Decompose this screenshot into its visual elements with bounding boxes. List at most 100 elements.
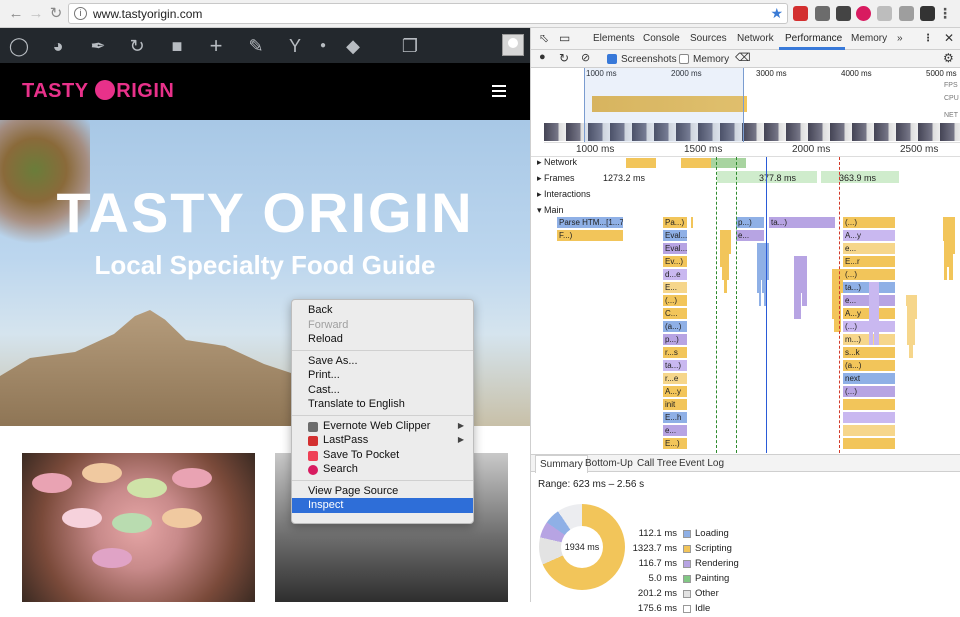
tab-event-log[interactable]: Event Log <box>679 458 724 469</box>
flame-bar[interactable]: p...) <box>736 217 764 228</box>
menu-item-save-as[interactable]: Save As... <box>292 354 473 369</box>
main-track-toggle[interactable]: ▾ Main <box>537 205 564 216</box>
extension-icon[interactable] <box>877 6 892 21</box>
tab-summary[interactable]: Summary <box>535 455 588 473</box>
more-tabs-button[interactable]: » <box>897 33 903 44</box>
flame-bar[interactable]: init <box>663 399 687 410</box>
device-toolbar-icon[interactable]: ▭ <box>559 31 570 45</box>
tab-console[interactable]: Console <box>643 33 680 44</box>
flame-bar[interactable]: C... <box>663 308 687 319</box>
inspect-element-icon[interactable]: ⬁ <box>539 31 549 45</box>
flame-bar[interactable]: F...) <box>557 230 623 241</box>
site-logo[interactable]: TASTY RIGIN <box>22 80 174 103</box>
flame-bar[interactable]: (...) <box>843 386 895 397</box>
flame-bar[interactable]: ta...) <box>769 217 835 228</box>
timeline-overview[interactable]: 1000 ms 2000 ms 3000 ms 4000 ms 5000 ms … <box>544 68 960 143</box>
flame-bar[interactable]: next <box>843 373 895 384</box>
menu-item-reload[interactable]: Reload <box>292 332 473 347</box>
url-text[interactable]: www.tastyorigin.com <box>93 7 202 21</box>
menu-item-evernote[interactable]: Evernote Web Clipper ▶ <box>292 419 473 434</box>
flame-chart[interactable]: ▸ Network ▸ Frames 1273.2 ms 377.8 ms 36… <box>531 157 960 453</box>
info-icon[interactable]: i <box>74 7 87 20</box>
new-plus-icon[interactable]: + <box>205 35 227 57</box>
edit-pencil-icon[interactable]: ✎ <box>245 35 267 57</box>
flame-bar[interactable] <box>843 399 895 410</box>
flame-bar[interactable]: (...) <box>843 269 895 280</box>
flame-bar[interactable] <box>843 425 895 436</box>
clear-icon[interactable]: ⊘ <box>581 51 590 64</box>
menu-item-cast[interactable]: Cast... <box>292 383 473 398</box>
customize-brush-icon[interactable]: ✒ <box>87 35 109 57</box>
extension-icon[interactable] <box>920 6 935 21</box>
address-bar[interactable]: i www.tastyorigin.com ★ <box>68 3 788 24</box>
comments-icon[interactable]: ■ <box>166 35 188 57</box>
flame-bar[interactable]: (...) <box>843 217 895 228</box>
forward-icon[interactable]: → <box>26 4 46 24</box>
menu-item-print[interactable]: Print... <box>292 368 473 383</box>
flame-slice[interactable] <box>943 217 945 241</box>
flame-bar[interactable]: r...s <box>663 347 687 358</box>
flame-bar[interactable]: E...h <box>663 412 687 423</box>
flame-bar[interactable]: s...k <box>843 347 895 358</box>
flame-slice[interactable] <box>869 282 873 345</box>
record-icon[interactable]: ● <box>539 51 546 63</box>
flame-bar[interactable] <box>843 438 895 449</box>
flame-bar[interactable]: E...r <box>843 256 895 267</box>
flame-bar[interactable]: A...y <box>843 230 895 241</box>
extension-icon[interactable] <box>836 6 851 21</box>
flame-bar[interactable]: ta...) <box>663 360 687 371</box>
interactions-track-toggle[interactable]: ▸ Interactions <box>537 189 591 200</box>
pinterest-extension-icon[interactable] <box>856 6 871 21</box>
flame-bar[interactable]: Ev...) <box>663 256 687 267</box>
memory-checkbox[interactable] <box>679 54 689 64</box>
extension-icon[interactable] <box>899 6 914 21</box>
updates-icon[interactable]: ↻ <box>126 35 148 57</box>
avatar[interactable] <box>502 34 524 56</box>
back-icon[interactable]: ← <box>6 4 26 24</box>
menu-item-lastpass[interactable]: LastPass ▶ <box>292 433 473 448</box>
layers-icon[interactable]: ◆ <box>342 35 364 57</box>
flame-slice[interactable] <box>691 217 693 228</box>
screenshots-checkbox[interactable] <box>607 54 617 64</box>
frames-track-toggle[interactable]: ▸ Frames <box>537 173 575 184</box>
flame-bar[interactable]: d...e <box>663 269 687 280</box>
reload-icon[interactable]: ↻ <box>46 4 66 24</box>
flame-bar[interactable] <box>843 412 895 423</box>
dashboard-icon[interactable]: ◕ <box>47 35 69 57</box>
flame-bar[interactable]: (a...) <box>663 321 687 332</box>
flame-slice[interactable] <box>720 230 723 267</box>
devtools-menu-icon[interactable]: ⋮ <box>923 33 933 44</box>
flame-bar[interactable]: E...) <box>663 438 687 449</box>
close-devtools-icon[interactable]: ✕ <box>944 31 954 45</box>
menu-item-pocket[interactable]: Save To Pocket <box>292 448 473 463</box>
tab-network[interactable]: Network <box>737 33 774 44</box>
tab-bottom-up[interactable]: Bottom-Up <box>585 458 633 469</box>
copy-icon[interactable]: ❐ <box>399 35 421 57</box>
flame-bar[interactable]: (...) <box>663 295 687 306</box>
flame-bar[interactable]: A...y <box>663 386 687 397</box>
flame-bar[interactable]: e... <box>663 425 687 436</box>
network-track-toggle[interactable]: ▸ Network <box>537 157 577 168</box>
flame-bar[interactable]: Eval...s:1) <box>663 243 687 254</box>
flame-bar[interactable]: e... <box>736 230 764 241</box>
flame-slice[interactable] <box>906 295 911 306</box>
flame-slice[interactable] <box>794 256 799 319</box>
extension-icon[interactable] <box>793 6 808 21</box>
tab-memory[interactable]: Memory <box>851 33 887 44</box>
bookmark-star-icon[interactable]: ★ <box>770 5 783 22</box>
menu-item-translate[interactable]: Translate to English <box>292 397 473 412</box>
reload-record-icon[interactable]: ↻ <box>559 51 569 65</box>
hamburger-menu-icon[interactable] <box>492 85 506 97</box>
settings-gear-icon[interactable]: ⚙ <box>943 51 954 65</box>
flame-slice[interactable] <box>832 269 835 319</box>
flame-bar[interactable]: E... <box>663 282 687 293</box>
trash-icon[interactable]: ⌫ <box>735 51 751 64</box>
flame-bar[interactable]: r...e <box>663 373 687 384</box>
tab-call-tree[interactable]: Call Tree <box>637 458 677 469</box>
flame-bar[interactable]: (a...) <box>843 360 895 371</box>
menu-item-back[interactable]: Back <box>292 303 473 318</box>
menu-item-inspect[interactable]: Inspect <box>292 498 473 513</box>
menu-item-search[interactable]: Search <box>292 462 473 477</box>
overview-selection[interactable] <box>584 68 744 142</box>
flame-bar[interactable]: p...) <box>663 334 687 345</box>
